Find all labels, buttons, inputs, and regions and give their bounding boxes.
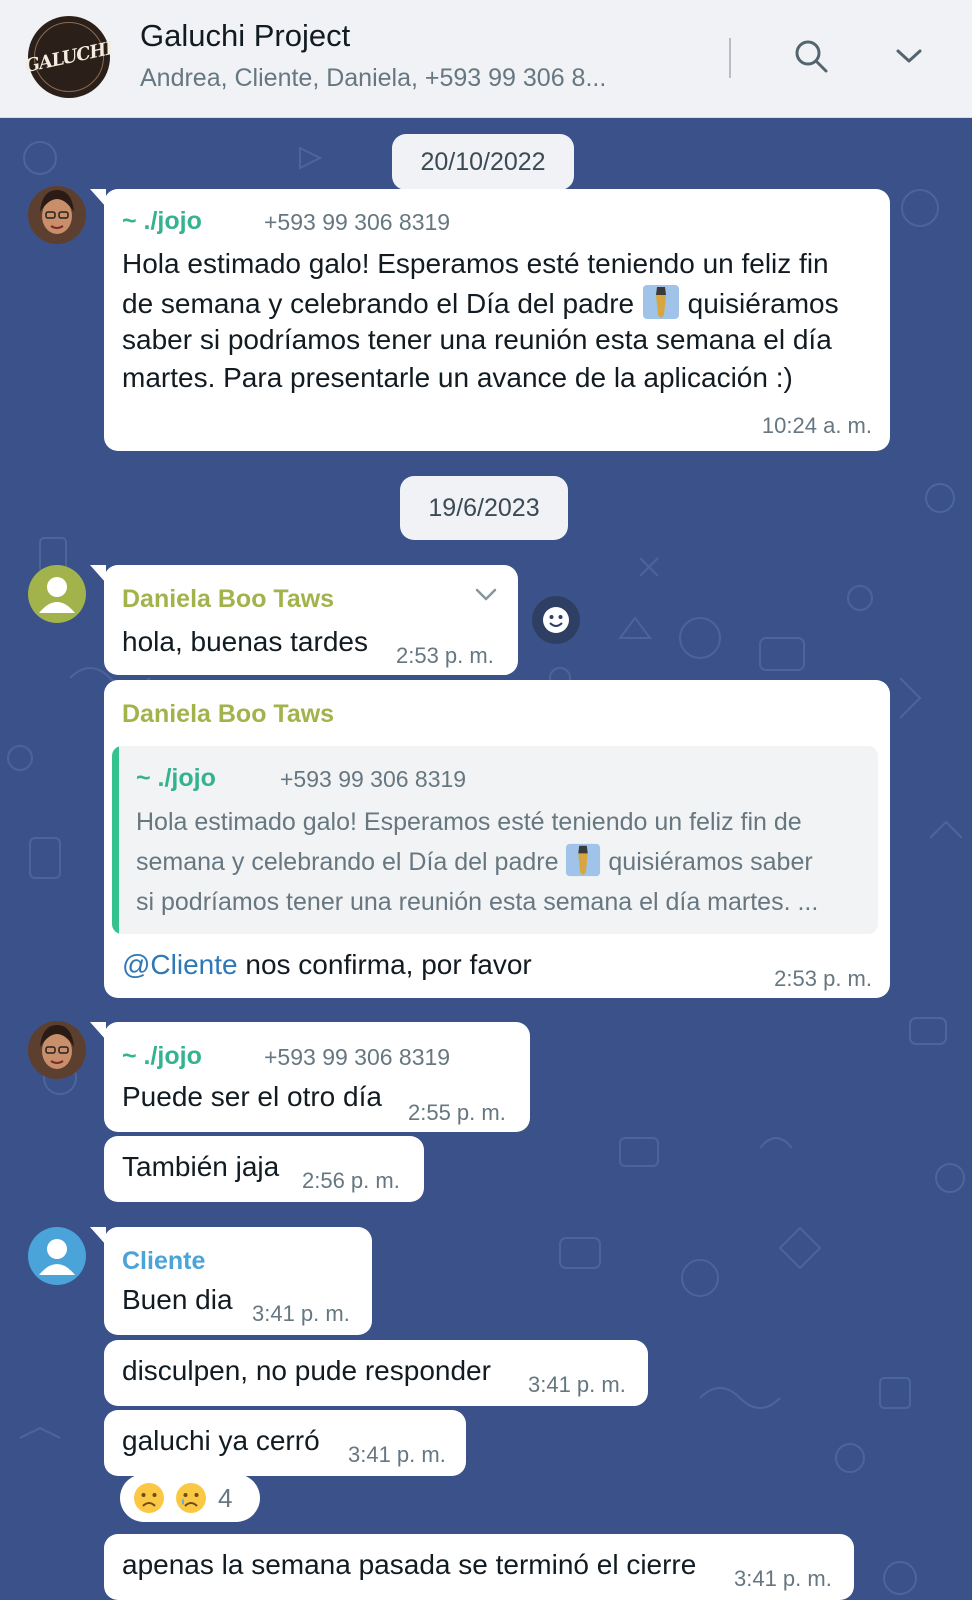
message-text: apenas la semana pasada se terminó el ci… xyxy=(122,1549,697,1580)
message-text: Hola estimado galo! Esperamos esté tenie… xyxy=(122,248,829,279)
avatar-jojo[interactable] xyxy=(28,1021,86,1079)
reactions-bar[interactable]: 4 xyxy=(120,1474,260,1522)
user-silhouette-icon xyxy=(39,577,75,613)
chat-participants[interactable]: Andrea, Cliente, Daniela, +593 99 306 8.… xyxy=(140,64,606,93)
message-text: martes. Para presentarle un avance de la… xyxy=(122,362,793,393)
avatar-daniela[interactable] xyxy=(28,565,86,623)
message-bubble[interactable]: Cliente Buen dia 3:41 p. m. xyxy=(104,1227,372,1335)
person-photo-icon xyxy=(28,1021,86,1079)
sender-name[interactable]: ~ ./jojo xyxy=(122,1042,202,1071)
add-reaction-button[interactable] xyxy=(532,596,580,644)
message-time: 3:41 p. m. xyxy=(252,1301,350,1326)
quoted-sender: ~ ./jojo xyxy=(136,764,216,792)
message-text: disculpen, no pude responder xyxy=(122,1355,491,1386)
search-button[interactable] xyxy=(789,34,833,78)
chevron-down-icon[interactable] xyxy=(474,587,498,603)
quoted-message[interactable]: ~ ./jojo +593 99 306 8319 Hola estimado … xyxy=(112,746,878,934)
message-bubble[interactable]: ~ ./jojo +593 99 306 8319 Hola estimado … xyxy=(104,189,890,451)
quote-accent-bar xyxy=(112,746,119,934)
message-time: 2:53 p. m. xyxy=(774,966,872,991)
sender-name[interactable]: Cliente xyxy=(122,1247,205,1276)
message-time: 10:24 a. m. xyxy=(761,413,872,438)
message-time: 2:56 p. m. xyxy=(302,1168,400,1193)
quoted-text: semana y celebrando el Día del padre qui… xyxy=(136,842,813,882)
message-text: @Cliente nos confirma, por favor xyxy=(122,949,532,980)
sender-name[interactable]: Daniela Boo Taws xyxy=(122,700,334,729)
message-bubble[interactable]: apenas la semana pasada se terminó el ci… xyxy=(104,1534,854,1600)
date-separator: 19/6/2023 xyxy=(400,476,568,540)
reaction-count: 4 xyxy=(218,1482,233,1513)
crying-face-emoji-icon xyxy=(176,1483,206,1513)
message-time: 2:53 p. m. xyxy=(396,643,494,668)
menu-button[interactable] xyxy=(887,34,931,78)
message-time: 3:41 p. m. xyxy=(528,1372,626,1397)
message-text: hola, buenas tardes xyxy=(122,626,368,657)
message-bubble[interactable]: También jaja 2:56 p. m. xyxy=(104,1136,424,1202)
user-silhouette-icon xyxy=(39,1239,75,1275)
message-bubble[interactable]: Daniela Boo Taws hola, buenas tardes 2:5… xyxy=(104,565,518,675)
message-text: galuchi ya cerró xyxy=(122,1425,320,1456)
message-time: 3:41 p. m. xyxy=(734,1566,832,1591)
message-bubble[interactable]: Daniela Boo Taws ~ ./jojo +593 99 306 83… xyxy=(104,680,890,998)
message-text: saber si podríamos tener una reunión est… xyxy=(122,324,832,355)
chat-title[interactable]: Galuchi Project xyxy=(140,18,350,54)
search-icon xyxy=(795,40,828,73)
chat-header: GALUCHI Galuchi Project Andrea, Cliente,… xyxy=(0,0,972,118)
message-time: 2:55 p. m. xyxy=(408,1100,506,1125)
date-separator: 20/10/2022 xyxy=(392,134,574,190)
sad-face-emoji-icon xyxy=(134,1483,164,1513)
sender-name[interactable]: Daniela Boo Taws xyxy=(122,585,334,614)
person-photo-icon xyxy=(28,186,86,244)
message-text: de semana y celebrando el Día del padre … xyxy=(122,283,839,323)
header-divider xyxy=(729,38,731,78)
avatar-jojo[interactable] xyxy=(28,186,86,244)
chevron-down-icon xyxy=(896,49,922,63)
quoted-text: Hola estimado galo! Esperamos esté tenie… xyxy=(136,808,802,836)
group-avatar[interactable]: GALUCHI xyxy=(23,16,115,98)
message-text: También jaja xyxy=(122,1151,280,1182)
quoted-phone: +593 99 306 8319 xyxy=(280,766,467,792)
message-text: Puede ser el otro día xyxy=(122,1081,382,1112)
sender-phone: +593 99 306 8319 xyxy=(264,209,451,235)
quoted-text: si podríamos tener una reunión esta sema… xyxy=(136,888,819,916)
message-time: 3:41 p. m. xyxy=(348,1442,446,1467)
sender-phone: +593 99 306 8319 xyxy=(264,1044,451,1070)
smiley-icon xyxy=(543,607,569,633)
necktie-emoji-icon xyxy=(566,843,601,877)
message-bubble[interactable]: galuchi ya cerró 3:41 p. m. xyxy=(104,1410,466,1476)
avatar-cliente[interactable] xyxy=(28,1227,86,1285)
necktie-emoji-icon xyxy=(642,285,679,319)
mention-link[interactable]: @Cliente xyxy=(122,949,238,980)
message-text: Buen dia xyxy=(122,1284,233,1315)
message-bubble[interactable]: disculpen, no pude responder 3:41 p. m. xyxy=(104,1340,648,1406)
sender-name[interactable]: ~ ./jojo xyxy=(122,207,202,236)
message-bubble[interactable]: ~ ./jojo +593 99 306 8319 Puede ser el o… xyxy=(104,1022,530,1132)
